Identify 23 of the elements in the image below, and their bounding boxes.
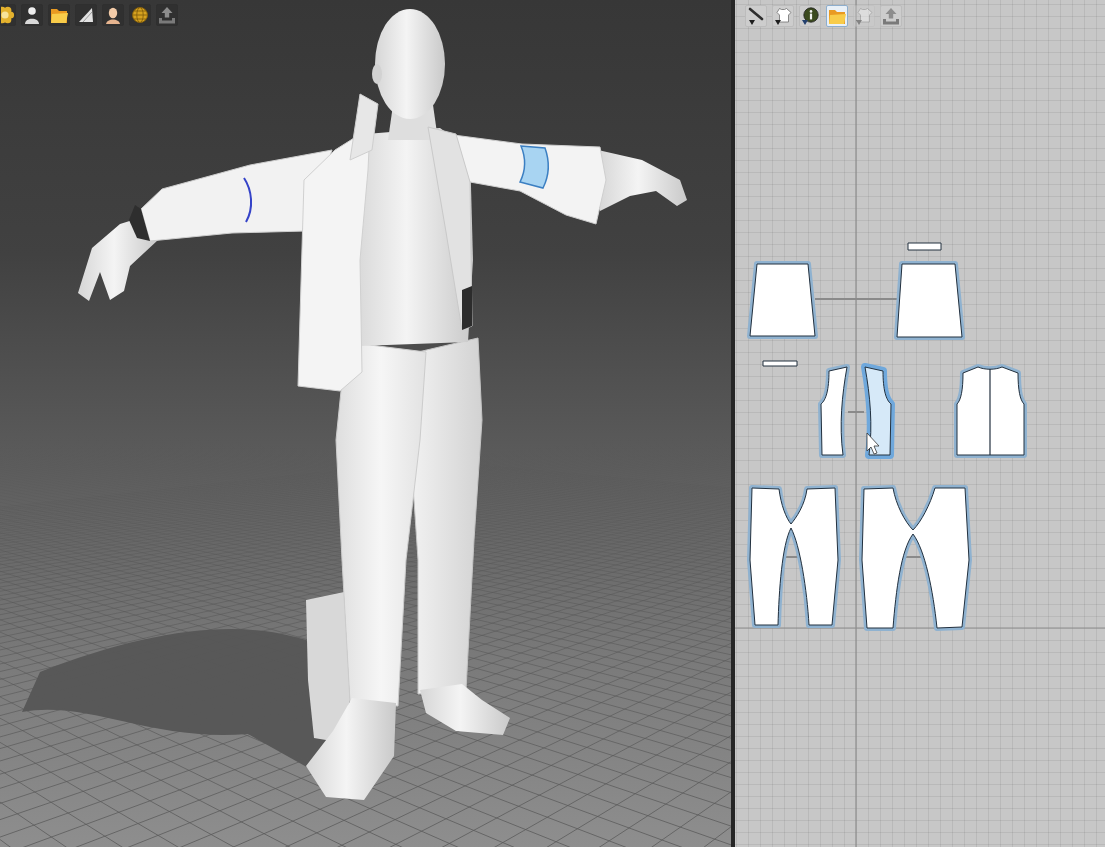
shirt-icon [773, 6, 793, 26]
info-icon [800, 6, 820, 26]
toolbar-button[interactable] [129, 4, 151, 26]
upload-icon [157, 5, 177, 25]
toolbar-button[interactable] [21, 4, 43, 26]
toolbar-button[interactable] [745, 5, 767, 27]
toolbar-button[interactable] [799, 5, 821, 27]
cursor-icon [866, 432, 880, 455]
sleeve-band [243, 177, 253, 223]
toolbar-button[interactable] [772, 5, 794, 27]
person-icon [22, 5, 42, 25]
seam-line [847, 411, 865, 413]
needle-icon [746, 6, 766, 26]
toolbar-button[interactable] [0, 4, 16, 26]
toolbar-button[interactable] [48, 4, 70, 26]
flower-icon [1, 5, 15, 25]
toolbar-button[interactable] [75, 4, 97, 26]
globe-icon [130, 5, 150, 25]
upload-icon [881, 6, 901, 26]
toolbar-button[interactable] [102, 4, 124, 26]
shirt-icon [854, 6, 874, 26]
sleeve-band [519, 145, 549, 189]
bust-icon [103, 5, 123, 25]
